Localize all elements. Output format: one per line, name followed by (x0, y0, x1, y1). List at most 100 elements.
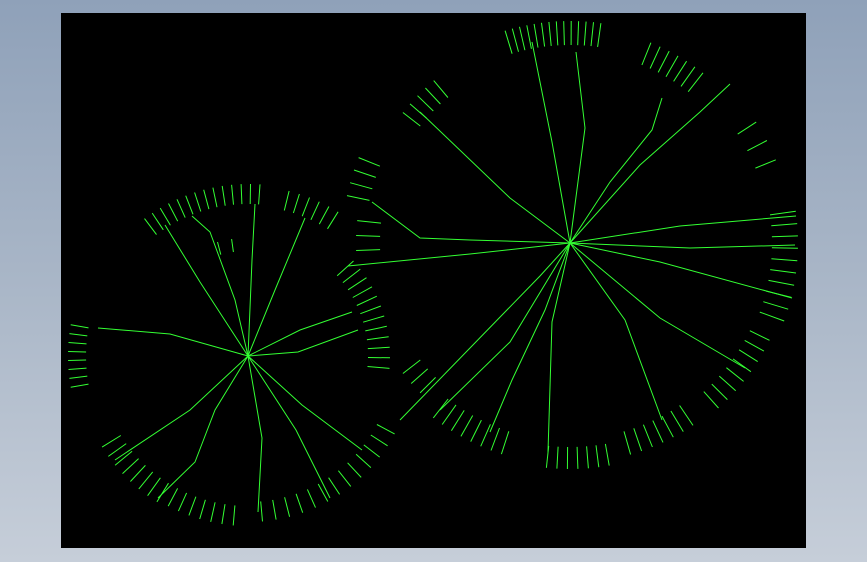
branch-line (247, 217, 306, 357)
tick-mark (577, 21, 580, 46)
tick-mark (441, 404, 457, 425)
tick-mark (718, 375, 737, 392)
tick-mark (363, 444, 381, 458)
branch-line (247, 355, 363, 451)
tick-mark (231, 184, 234, 205)
tick-group-lower-right (703, 330, 770, 409)
tick-mark (69, 333, 88, 337)
tick-group-upper-left (402, 80, 449, 127)
tick-mark (176, 199, 186, 218)
tick-mark (633, 428, 643, 452)
tick-mark (755, 159, 776, 169)
tick-group-left (346, 157, 381, 201)
tick-mark (260, 501, 263, 522)
tick-mark (470, 419, 482, 442)
tick-mark (771, 247, 798, 249)
tick-mark (749, 330, 770, 341)
branch-line (489, 242, 571, 433)
branch-line (569, 242, 796, 249)
tick-mark (203, 189, 210, 210)
branch-line (569, 242, 663, 421)
tick-mark (770, 269, 797, 274)
tick-group-bottom-left (101, 435, 169, 503)
tick-group-mid-left (356, 220, 382, 251)
tick-mark (283, 190, 290, 211)
tick-mark (159, 207, 171, 226)
tick-mark (641, 42, 652, 66)
tick-mark (240, 184, 243, 205)
branch-line (419, 111, 571, 244)
tick-mark (356, 295, 378, 306)
tick-mark (769, 210, 796, 216)
tick-mark (576, 446, 579, 469)
tick-mark (526, 25, 532, 49)
tick-mark (661, 415, 674, 438)
tick-mark (519, 26, 526, 51)
tick-group-top (144, 183, 261, 235)
left-cluster (68, 183, 395, 526)
tick-mark (357, 220, 382, 224)
tick-mark (367, 346, 390, 350)
tick-group-bottom-left (432, 398, 510, 455)
tick-mark (168, 203, 179, 222)
tick-mark (338, 470, 352, 487)
tick-mark (771, 223, 798, 227)
tick-mark (759, 311, 785, 322)
tick-mark (586, 446, 589, 469)
tick-mark (771, 258, 798, 262)
tick-group-bottom (167, 488, 236, 526)
tick-mark (347, 462, 362, 478)
tick-group-right (759, 210, 798, 322)
tick-mark (490, 427, 500, 451)
tick-mark (356, 249, 381, 251)
tick-mark (69, 375, 88, 379)
tick-mark (68, 351, 87, 353)
tick-mark (590, 22, 594, 47)
tick-group-left (68, 324, 89, 388)
tick-group-inner-top (217, 239, 234, 255)
tick-mark (504, 30, 513, 54)
tick-mark (231, 239, 234, 253)
tick-mark (360, 305, 382, 315)
tick-mark (679, 405, 694, 426)
tick-mark (352, 286, 373, 298)
branch-line (114, 355, 249, 461)
branch-line (247, 355, 263, 513)
tick-mark (130, 465, 146, 482)
tick-mark (402, 112, 421, 127)
branch-line (531, 41, 571, 244)
tick-mark (356, 235, 381, 237)
tick-mark (177, 492, 188, 512)
branch-line (371, 201, 571, 244)
tick-group-top-right (641, 42, 704, 93)
tick-mark (232, 505, 236, 526)
tick-mark (410, 368, 429, 384)
tick-mark (432, 398, 449, 419)
tick-mark (738, 349, 758, 363)
tick-mark (156, 482, 169, 503)
tick-mark (185, 195, 194, 215)
branch-line (399, 242, 571, 421)
tick-mark (122, 458, 139, 474)
tick-mark (365, 325, 387, 332)
tick-mark (70, 324, 89, 329)
tick-mark (317, 483, 329, 502)
tick-mark (737, 121, 757, 135)
tick-mark (272, 499, 277, 520)
tick-mark (480, 424, 491, 447)
tick-mark (597, 23, 602, 47)
graphics-viewport[interactable] (61, 13, 806, 548)
tick-mark (327, 211, 339, 230)
tick-mark (318, 206, 330, 225)
tick-mark (680, 66, 696, 87)
tick-mark (347, 277, 367, 291)
tick-mark (346, 195, 370, 201)
tick-mark (301, 197, 310, 217)
tick-mark (703, 391, 719, 409)
tick-mark (642, 424, 653, 448)
tick-mark (147, 477, 161, 496)
tick-mark (199, 499, 206, 520)
tick-mark (649, 46, 661, 69)
tick-mark (545, 445, 550, 468)
tick-mark (221, 185, 226, 206)
